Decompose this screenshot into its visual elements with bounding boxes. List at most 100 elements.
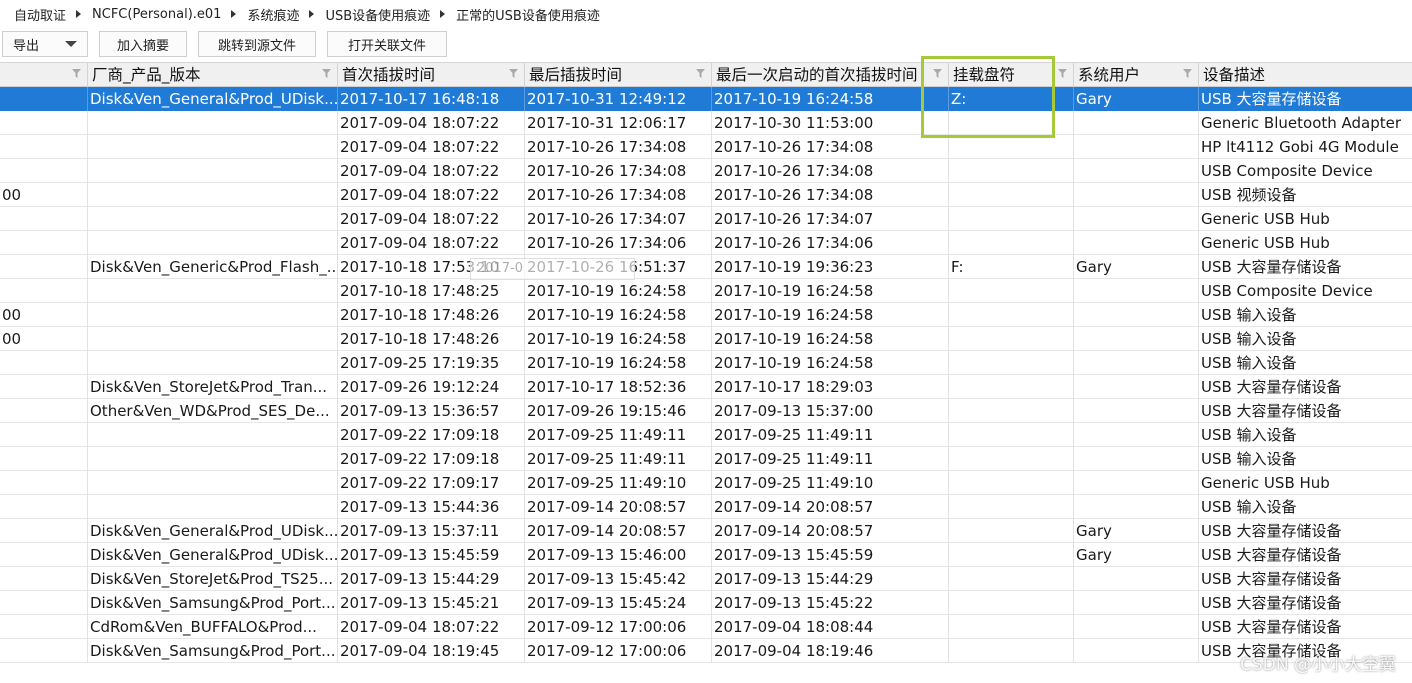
index-cell bbox=[0, 159, 88, 183]
table-row[interactable]: Disk&Ven_Generic&Prod_Flash_... 2017-10-1… bbox=[0, 255, 1412, 279]
table-row[interactable]: 2017-09-22 17:09:18 2017-09-25 11:49:11 20… bbox=[0, 447, 1412, 471]
column-header-mount-letter[interactable]: 挂载盘符 bbox=[949, 63, 1074, 87]
table-row[interactable]: 2017-09-22 17:09:17 2017-09-25 11:49:10 20… bbox=[0, 471, 1412, 495]
system-user-cell bbox=[1074, 567, 1199, 591]
table-row[interactable]: CdRom&Ven_BUFFALO&Prod... 2017-09-04 18:0… bbox=[0, 615, 1412, 639]
table-row[interactable]: Disk&Ven_Samsung&Prod_Port... 2017-09-04 … bbox=[0, 639, 1412, 663]
last-boot-first-plug-cell: 2017-09-25 11:49:11 bbox=[712, 447, 949, 471]
system-user-cell bbox=[1074, 375, 1199, 399]
vendor-product-cell: CdRom&Ven_BUFFALO&Prod... bbox=[88, 615, 338, 639]
table-row[interactable]: 2017-10-18 17:48:25 2017-10-19 16:24:58 20… bbox=[0, 279, 1412, 303]
column-header-first-plug-time[interactable]: 首次插拔时间 bbox=[338, 63, 525, 87]
filter-icon[interactable] bbox=[1183, 69, 1192, 78]
table-row[interactable]: Disk&Ven_General&Prod_UDisk... 2017-09-13… bbox=[0, 519, 1412, 543]
last-boot-first-plug-cell: 2017-10-19 16:24:58 bbox=[712, 303, 949, 327]
system-user-cell: Gary bbox=[1074, 519, 1199, 543]
table-row[interactable]: Disk&Ven_Samsung&Prod_Port... 2017-09-13 … bbox=[0, 591, 1412, 615]
device-description-cell: USB 大容量存储设备 bbox=[1201, 618, 1342, 636]
breadcrumb-item-usb-traces[interactable]: USB设备使用痕迹 bbox=[325, 5, 430, 24]
table-row[interactable]: Other&Ven_WD&Prod_SES_De... 2017-09-13 15… bbox=[0, 399, 1412, 423]
column-header-last-boot-first-plug[interactable]: 最后一次启动的首次插拔时间 bbox=[712, 63, 949, 87]
table-row[interactable]: 2017-09-13 15:44:36 2017-09-14 20:08:57 20… bbox=[0, 495, 1412, 519]
device-description-cell: Generic USB Hub bbox=[1201, 234, 1330, 252]
first-plug-time-cell: 2017-09-22 17:09:17 bbox=[338, 471, 525, 495]
table-row[interactable]: Disk&Ven_General&Prod_UDisk... 2017-10-17… bbox=[0, 87, 1412, 111]
column-header-index[interactable] bbox=[0, 63, 88, 87]
vendor-product-cell bbox=[88, 447, 338, 471]
usb-trace-table: 厂商_产品_版本 首次插拔时间 最后插拔时间 最后一次启动的首次插拔时间 挂载盘… bbox=[0, 62, 1412, 683]
breadcrumb-separator-icon bbox=[440, 10, 446, 18]
column-header-vendor-product[interactable]: 厂商_产品_版本 bbox=[88, 63, 338, 87]
goto-source-file-button[interactable]: 跳转到源文件 bbox=[198, 31, 316, 57]
first-plug-time-cell: 2017-09-26 19:12:24 bbox=[338, 375, 525, 399]
table-row[interactable]: 2017-09-04 18:07:22 2017-10-31 12:06:17 20… bbox=[0, 111, 1412, 135]
breadcrumb-item-system-traces[interactable]: 系统痕迹 bbox=[247, 5, 299, 24]
index-cell bbox=[0, 207, 88, 231]
table-row[interactable]: 2017-09-04 18:07:22 2017-10-26 17:34:06 20… bbox=[0, 231, 1412, 255]
breadcrumb-item-forensics[interactable]: 自动取证 bbox=[14, 5, 66, 24]
column-header-device-description[interactable]: 设备描述 bbox=[1199, 63, 1412, 87]
table-row[interactable]: 00 2017-10-18 17:48:26 2017-10-19 16:24:58… bbox=[0, 303, 1412, 327]
table-row[interactable]: 00 2017-09-04 18:07:22 2017-10-26 17:34:08… bbox=[0, 183, 1412, 207]
device-description-cell: HP lt4112 Gobi 4G Module bbox=[1201, 138, 1399, 156]
mount-letter-cell bbox=[949, 375, 1074, 399]
last-plug-time-cell: 2017-09-13 15:45:24 bbox=[525, 591, 712, 615]
index-cell bbox=[0, 567, 88, 591]
table-row[interactable]: 2017-09-04 18:07:22 2017-10-26 17:34:07 20… bbox=[0, 207, 1412, 231]
vendor-product-cell: Disk&Ven_StoreJet&Prod_TS25... bbox=[88, 567, 338, 591]
device-description-cell: USB 输入设备 bbox=[1201, 306, 1297, 324]
last-boot-first-plug-cell: 2017-09-14 20:08:57 bbox=[712, 519, 949, 543]
table-row[interactable]: Disk&Ven_StoreJet&Prod_Tran... 2017-09-26… bbox=[0, 375, 1412, 399]
column-header-system-user[interactable]: 系统用户 bbox=[1074, 63, 1199, 87]
vendor-product-cell: Disk&Ven_General&Prod_UDisk... bbox=[88, 519, 338, 543]
filter-icon[interactable] bbox=[72, 69, 81, 78]
last-plug-time-cell: 2017-10-19 16:24:58 bbox=[525, 327, 712, 351]
last-boot-first-plug-cell: 2017-10-19 16:24:58 bbox=[712, 87, 949, 111]
column-header-last-plug-time[interactable]: 最后插拔时间 bbox=[525, 63, 712, 87]
filter-icon[interactable] bbox=[509, 69, 518, 78]
first-plug-time-cell: 2017-09-04 18:07:22 bbox=[338, 615, 525, 639]
breadcrumb-separator-icon bbox=[76, 10, 82, 18]
open-related-file-button[interactable]: 打开关联文件 bbox=[327, 31, 447, 57]
system-user-cell: Gary bbox=[1074, 87, 1199, 111]
filter-icon[interactable] bbox=[933, 69, 942, 78]
table-row[interactable]: Disk&Ven_General&Prod_UDisk... 2017-09-13… bbox=[0, 543, 1412, 567]
vendor-product-cell bbox=[88, 423, 338, 447]
index-cell bbox=[0, 639, 88, 663]
last-boot-first-plug-cell: 2017-09-04 18:08:44 bbox=[712, 615, 949, 639]
last-boot-first-plug-cell: 2017-10-17 18:29:03 bbox=[712, 375, 949, 399]
table-row[interactable]: 2017-09-22 17:09:18 2017-09-25 11:49:11 20… bbox=[0, 423, 1412, 447]
mount-letter-cell bbox=[949, 351, 1074, 375]
first-plug-time-cell: 2017-10-18 17:48:25 bbox=[338, 279, 525, 303]
mount-letter-cell bbox=[949, 639, 1074, 663]
add-summary-button[interactable]: 加入摘要 bbox=[99, 31, 187, 57]
device-description-cell: USB 大容量存储设备 bbox=[1201, 522, 1342, 540]
last-plug-time-cell: 2017-10-31 12:49:12 bbox=[525, 87, 712, 111]
device-description-cell: USB 输入设备 bbox=[1201, 354, 1297, 372]
device-description-cell: USB 输入设备 bbox=[1201, 498, 1297, 516]
table-row[interactable]: 2017-09-04 18:07:22 2017-10-26 17:34:08 20… bbox=[0, 135, 1412, 159]
index-cell bbox=[0, 591, 88, 615]
vendor-product-cell bbox=[88, 183, 338, 207]
table-row[interactable]: 2017-09-04 18:07:22 2017-10-26 17:34:08 20… bbox=[0, 159, 1412, 183]
export-button[interactable]: 导出 bbox=[2, 31, 88, 57]
chevron-down-icon[interactable] bbox=[65, 41, 77, 47]
filter-icon[interactable] bbox=[322, 69, 331, 78]
filter-icon[interactable] bbox=[696, 69, 705, 78]
breadcrumb-item-normal-usb-traces[interactable]: 正常的USB设备使用痕迹 bbox=[456, 5, 600, 24]
last-boot-first-plug-cell: 2017-09-13 15:45:22 bbox=[712, 591, 949, 615]
first-plug-time-cell: 2017-09-04 18:19:45 bbox=[338, 639, 525, 663]
system-user-cell bbox=[1074, 111, 1199, 135]
mount-letter-cell bbox=[949, 111, 1074, 135]
last-plug-time-cell: 2017-10-31 12:06:17 bbox=[525, 111, 712, 135]
table-row[interactable]: 00 2017-10-18 17:48:26 2017-10-19 16:24:58… bbox=[0, 327, 1412, 351]
last-plug-time-cell: 2017-09-13 15:45:42 bbox=[525, 567, 712, 591]
table-row[interactable]: Disk&Ven_StoreJet&Prod_TS25... 2017-09-13… bbox=[0, 567, 1412, 591]
vendor-product-cell: Disk&Ven_StoreJet&Prod_Tran... bbox=[88, 375, 338, 399]
vendor-product-cell bbox=[88, 327, 338, 351]
breadcrumb-item-evidence[interactable]: NCFC(Personal).e01 bbox=[92, 7, 221, 22]
last-plug-time-cell: 2017-10-26 17:34:08 bbox=[525, 135, 712, 159]
table-row[interactable]: 2017-09-25 17:19:35 2017-10-19 16:24:58 20… bbox=[0, 351, 1412, 375]
filter-icon[interactable] bbox=[1058, 69, 1067, 78]
last-boot-first-plug-cell: 2017-10-19 16:24:58 bbox=[712, 351, 949, 375]
